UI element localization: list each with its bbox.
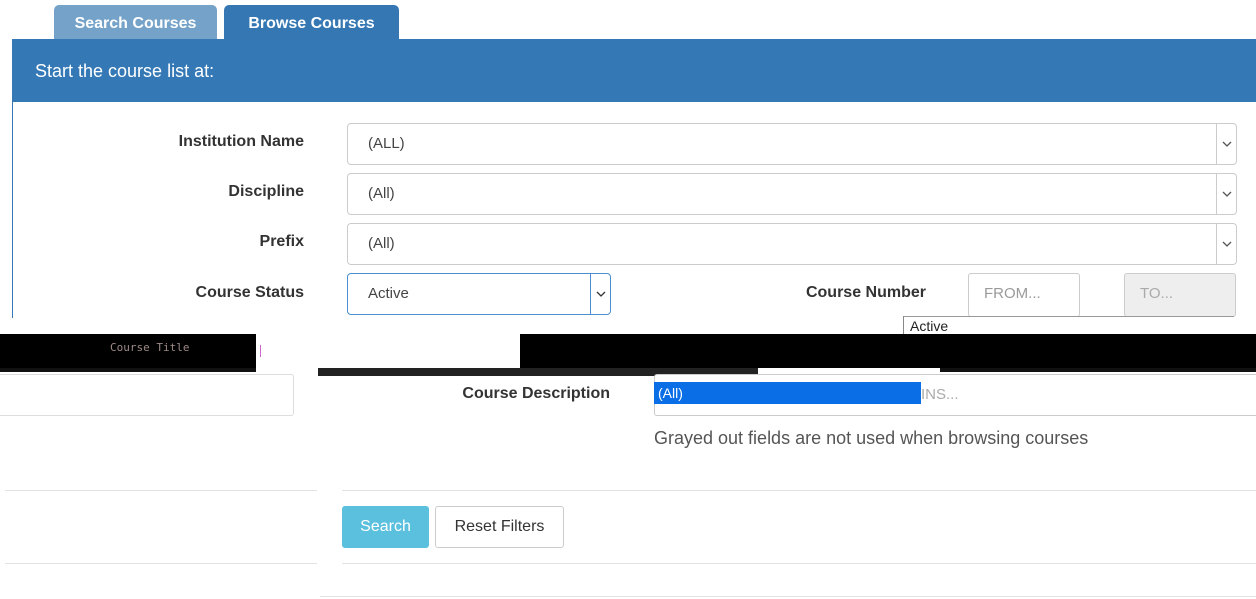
institution-name-label: Institution Name	[178, 133, 304, 150]
course-status-value: Active	[368, 285, 409, 302]
prefix-label: Prefix	[259, 233, 304, 250]
tab-search-courses[interactable]: Search Courses	[54, 5, 217, 39]
dropdown-option-all[interactable]: (All)	[654, 382, 921, 404]
institution-name-select[interactable]: (ALL)	[347, 123, 1237, 165]
course-description-label: Course Description	[462, 385, 610, 402]
course-title-label: Course Title	[110, 341, 190, 354]
discipline-label: Discipline	[228, 183, 304, 200]
divider	[320, 596, 1256, 597]
panel-header: Start the course list at:	[12, 39, 1256, 102]
chevron-down-icon	[1216, 224, 1236, 264]
render-artifact	[0, 368, 256, 372]
course-title-input-fragment[interactable]	[0, 374, 294, 416]
discipline-select[interactable]: (All)	[347, 173, 1237, 215]
panel-border	[12, 102, 13, 318]
course-number-to-input[interactable]: TO...	[1124, 273, 1236, 317]
divider	[5, 563, 317, 564]
institution-name-value: (ALL)	[368, 135, 405, 152]
divider	[342, 563, 1256, 564]
course-number-label: Course Number	[805, 284, 926, 301]
prefix-value: (All)	[368, 235, 395, 252]
render-artifact	[520, 334, 1256, 368]
chevron-down-icon	[1216, 124, 1236, 164]
course-status-select[interactable]: Active	[347, 273, 611, 315]
course-number-from-input[interactable]: FROM...	[968, 273, 1080, 317]
course-status-label: Course Status	[195, 284, 304, 301]
divider	[342, 490, 1256, 491]
chevron-down-icon	[1216, 174, 1236, 214]
render-artifact	[940, 368, 1256, 372]
divider	[5, 490, 317, 491]
discipline-value: (All)	[368, 185, 395, 202]
dropdown-option-active[interactable]: Active	[910, 318, 948, 334]
prefix-select[interactable]: (All)	[347, 223, 1237, 265]
reset-filters-button[interactable]: Reset Filters	[435, 506, 564, 548]
status-dropdown-list	[903, 316, 1234, 335]
tab-browse-courses[interactable]: Browse Courses	[224, 5, 399, 39]
search-button[interactable]: Search	[342, 506, 429, 548]
text-cursor	[260, 345, 321, 357]
helper-text: Grayed out fields are not used when brow…	[654, 428, 1089, 448]
chevron-down-icon	[590, 274, 610, 314]
panel-title: Start the course list at:	[35, 61, 215, 81]
